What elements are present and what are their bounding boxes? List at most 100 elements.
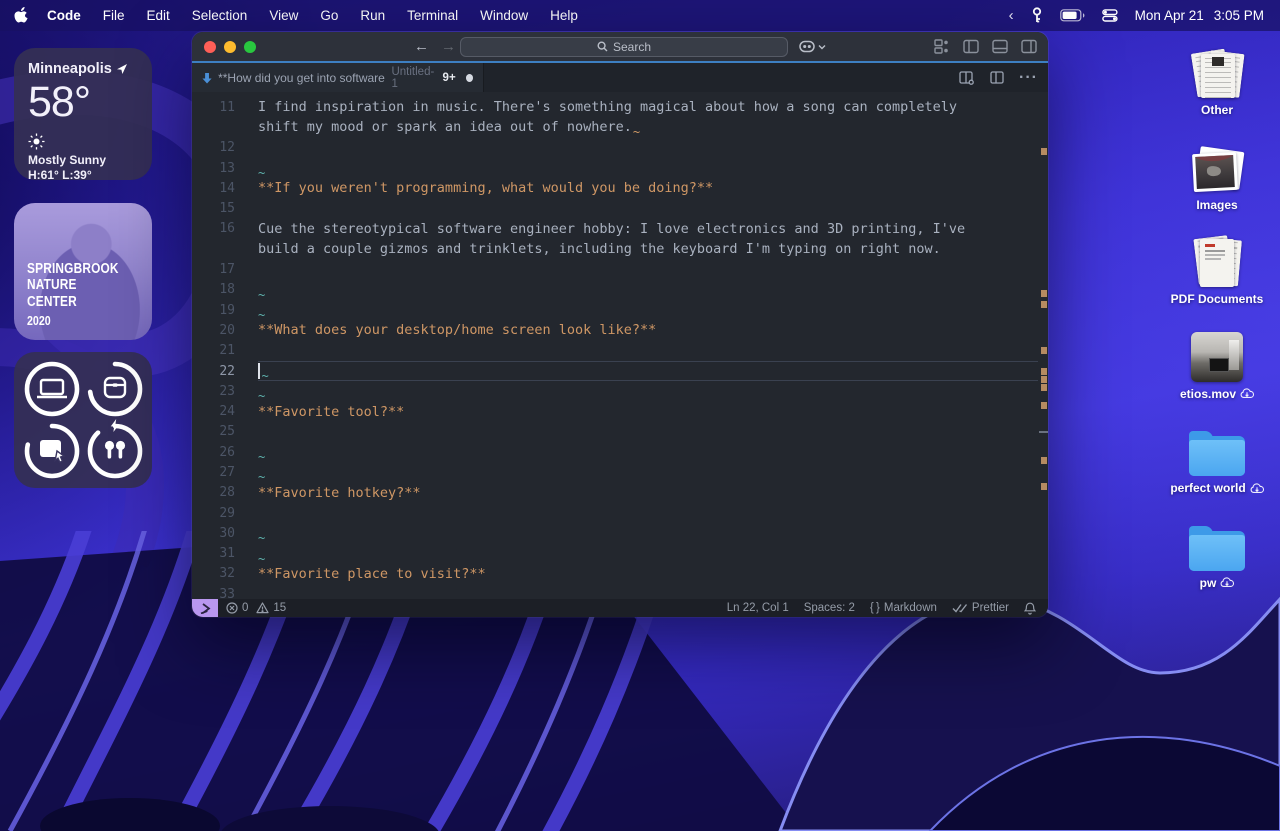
desktop-icon-pw[interactable]: pw — [1162, 513, 1272, 608]
editor-line-13: 13~ — [192, 158, 1048, 178]
menu-item-code[interactable]: Code — [36, 0, 92, 31]
code-line[interactable]: ~ — [258, 523, 1038, 543]
more-actions-icon[interactable]: ··· — [1019, 68, 1038, 87]
icloud-download-icon — [1220, 577, 1234, 588]
warning-marker — [1041, 384, 1047, 391]
tab-untitled-1[interactable]: **How did you get into software?** Untit… — [192, 63, 484, 92]
code-line[interactable]: shift my mood or spark an idea out of no… — [258, 117, 1038, 137]
editor-layout-icon[interactable] — [988, 68, 1007, 87]
menu-item-selection[interactable]: Selection — [181, 0, 259, 31]
search-placeholder: Search — [613, 40, 651, 54]
minimize-button[interactable] — [224, 41, 236, 53]
password-key-icon[interactable] — [1031, 7, 1043, 24]
menu-item-file[interactable]: File — [92, 0, 136, 31]
unsaved-changes-dot[interactable] — [466, 74, 473, 82]
code-line[interactable]: **What does your desktop/home screen loo… — [258, 320, 1038, 340]
control-center-icon[interactable] — [1102, 9, 1118, 22]
code-line[interactable]: ~ — [258, 158, 1038, 178]
desktop-icon-perfect-world[interactable]: perfect world — [1162, 418, 1272, 513]
menu-item-edit[interactable]: Edit — [136, 0, 181, 31]
line-number: 24 — [192, 404, 235, 419]
photos-widget[interactable]: SPRINGBROOK NATURE CENTER 2020 — [14, 203, 152, 340]
formatter-status[interactable]: Prettier — [952, 602, 1009, 614]
split-editor-icon[interactable] — [957, 68, 976, 87]
battery-ring-airpods-case[interactable] — [83, 358, 146, 420]
editor-line-12: 12 — [192, 138, 1048, 158]
status-bar: 0 15 Ln 22, Col 1 Spaces: 2 { } Markdown… — [192, 599, 1048, 617]
hidden-items-chevron-icon[interactable]: ‹ — [1009, 7, 1014, 24]
battery-icon[interactable] — [1060, 9, 1085, 22]
code-line[interactable] — [258, 198, 1038, 218]
weather-city-label: Minneapolis — [28, 61, 112, 77]
notifications-bell-icon[interactable] — [1024, 602, 1036, 615]
close-button[interactable] — [204, 41, 216, 53]
editor-pane[interactable]: 11 I find inspiration in music. There's s… — [192, 92, 1048, 599]
menu-bar-clock[interactable]: Mon Apr 21 3:05 PM — [1135, 8, 1264, 23]
problems-summary[interactable]: 0 15 — [226, 602, 286, 614]
desktop-icon-other[interactable]: Other — [1162, 40, 1272, 135]
code-line[interactable]: build a couple gizmos and trinklets, inc… — [258, 239, 1038, 259]
desktop-icon-label: pw — [1200, 576, 1235, 590]
code-line[interactable] — [258, 138, 1038, 158]
code-line[interactable] — [258, 341, 1038, 361]
code-line[interactable] — [258, 259, 1038, 279]
customize-layout-icon[interactable] — [932, 37, 951, 56]
code-line[interactable] — [258, 422, 1038, 442]
menu-item-run[interactable]: Run — [349, 0, 396, 31]
menu-item-help[interactable]: Help — [539, 0, 589, 31]
code-line[interactable]: **Favorite place to visit?** — [258, 564, 1038, 584]
desktop-icons-column: OtherImagesPDF Documentsetios.movperfect… — [1162, 40, 1272, 607]
code-line[interactable]: ~ — [258, 381, 1038, 401]
code-line[interactable]: ~ — [258, 300, 1038, 320]
code-line[interactable]: ~ — [258, 462, 1038, 482]
overview-ruler[interactable] — [1039, 92, 1048, 599]
desktop-icon-images[interactable]: Images — [1162, 135, 1272, 230]
batteries-widget[interactable] — [14, 352, 152, 488]
menu-item-terminal[interactable]: Terminal — [396, 0, 469, 31]
code-line[interactable]: **Favorite tool?** — [258, 401, 1038, 421]
code-line[interactable]: Cue the stereotypical software engineer … — [258, 219, 1038, 239]
line-number: 32 — [192, 566, 235, 581]
menu-item-go[interactable]: Go — [309, 0, 349, 31]
indentation-setting[interactable]: Spaces: 2 — [804, 602, 855, 614]
line-number: 11 — [192, 100, 235, 115]
toggle-secondary-sidebar-icon[interactable] — [1019, 37, 1038, 56]
toggle-primary-sidebar-icon[interactable] — [961, 37, 980, 56]
code-line[interactable]: ~ — [258, 442, 1038, 462]
battery-ring-trackpad[interactable] — [20, 420, 83, 482]
menu-bar: CodeFileEditSelectionViewGoRunTerminalWi… — [0, 0, 1280, 31]
code-line[interactable]: I find inspiration in music. There's som… — [258, 97, 1038, 117]
desktop-icon-etios-mov[interactable]: etios.mov — [1162, 324, 1272, 419]
code-line[interactable] — [258, 503, 1038, 523]
desktop-icon-pdf-documents[interactable]: PDF Documents — [1162, 229, 1272, 324]
editor-line-17: 17 — [192, 259, 1048, 279]
editor-line-16: 16Cue the stereotypical software enginee… — [192, 219, 1048, 239]
language-mode[interactable]: { } Markdown — [870, 602, 937, 614]
back-arrow-icon[interactable]: ← — [414, 38, 429, 55]
code-line[interactable] — [258, 584, 1038, 599]
code-line[interactable]: **Favorite hotkey?** — [258, 483, 1038, 503]
forward-arrow-icon[interactable]: → — [441, 38, 456, 55]
editor-line-20: 20**What does your desktop/home screen l… — [192, 320, 1048, 340]
editor-line-24: 24 **Favorite tool?** — [192, 401, 1048, 421]
battery-ring-laptop[interactable] — [20, 358, 83, 420]
window-title-bar[interactable]: ← → Search — [192, 32, 1048, 61]
line-number: 30 — [192, 526, 235, 541]
cursor-position[interactable]: Ln 22, Col 1 — [727, 602, 789, 614]
battery-ring-airpods[interactable] — [83, 420, 146, 482]
command-center-search[interactable]: Search — [460, 37, 788, 57]
toggle-panel-icon[interactable] — [990, 37, 1009, 56]
menu-item-window[interactable]: Window — [469, 0, 539, 31]
code-line[interactable]: ~ — [258, 361, 1038, 381]
apple-menu-icon[interactable] — [14, 7, 28, 24]
copilot-menu[interactable] — [798, 40, 826, 54]
zoom-button[interactable] — [244, 41, 256, 53]
line-number: 14 — [192, 181, 235, 196]
code-line[interactable]: ~ — [258, 544, 1038, 564]
photo-year: 2020 — [27, 314, 51, 328]
weather-widget[interactable]: Minneapolis 58° Mostly Sunny H:61° L:39° — [14, 48, 152, 180]
remote-indicator[interactable] — [192, 599, 218, 617]
menu-item-view[interactable]: View — [258, 0, 309, 31]
code-line[interactable]: ~ — [258, 280, 1038, 300]
code-line[interactable]: **If you weren't programming, what would… — [258, 178, 1038, 198]
